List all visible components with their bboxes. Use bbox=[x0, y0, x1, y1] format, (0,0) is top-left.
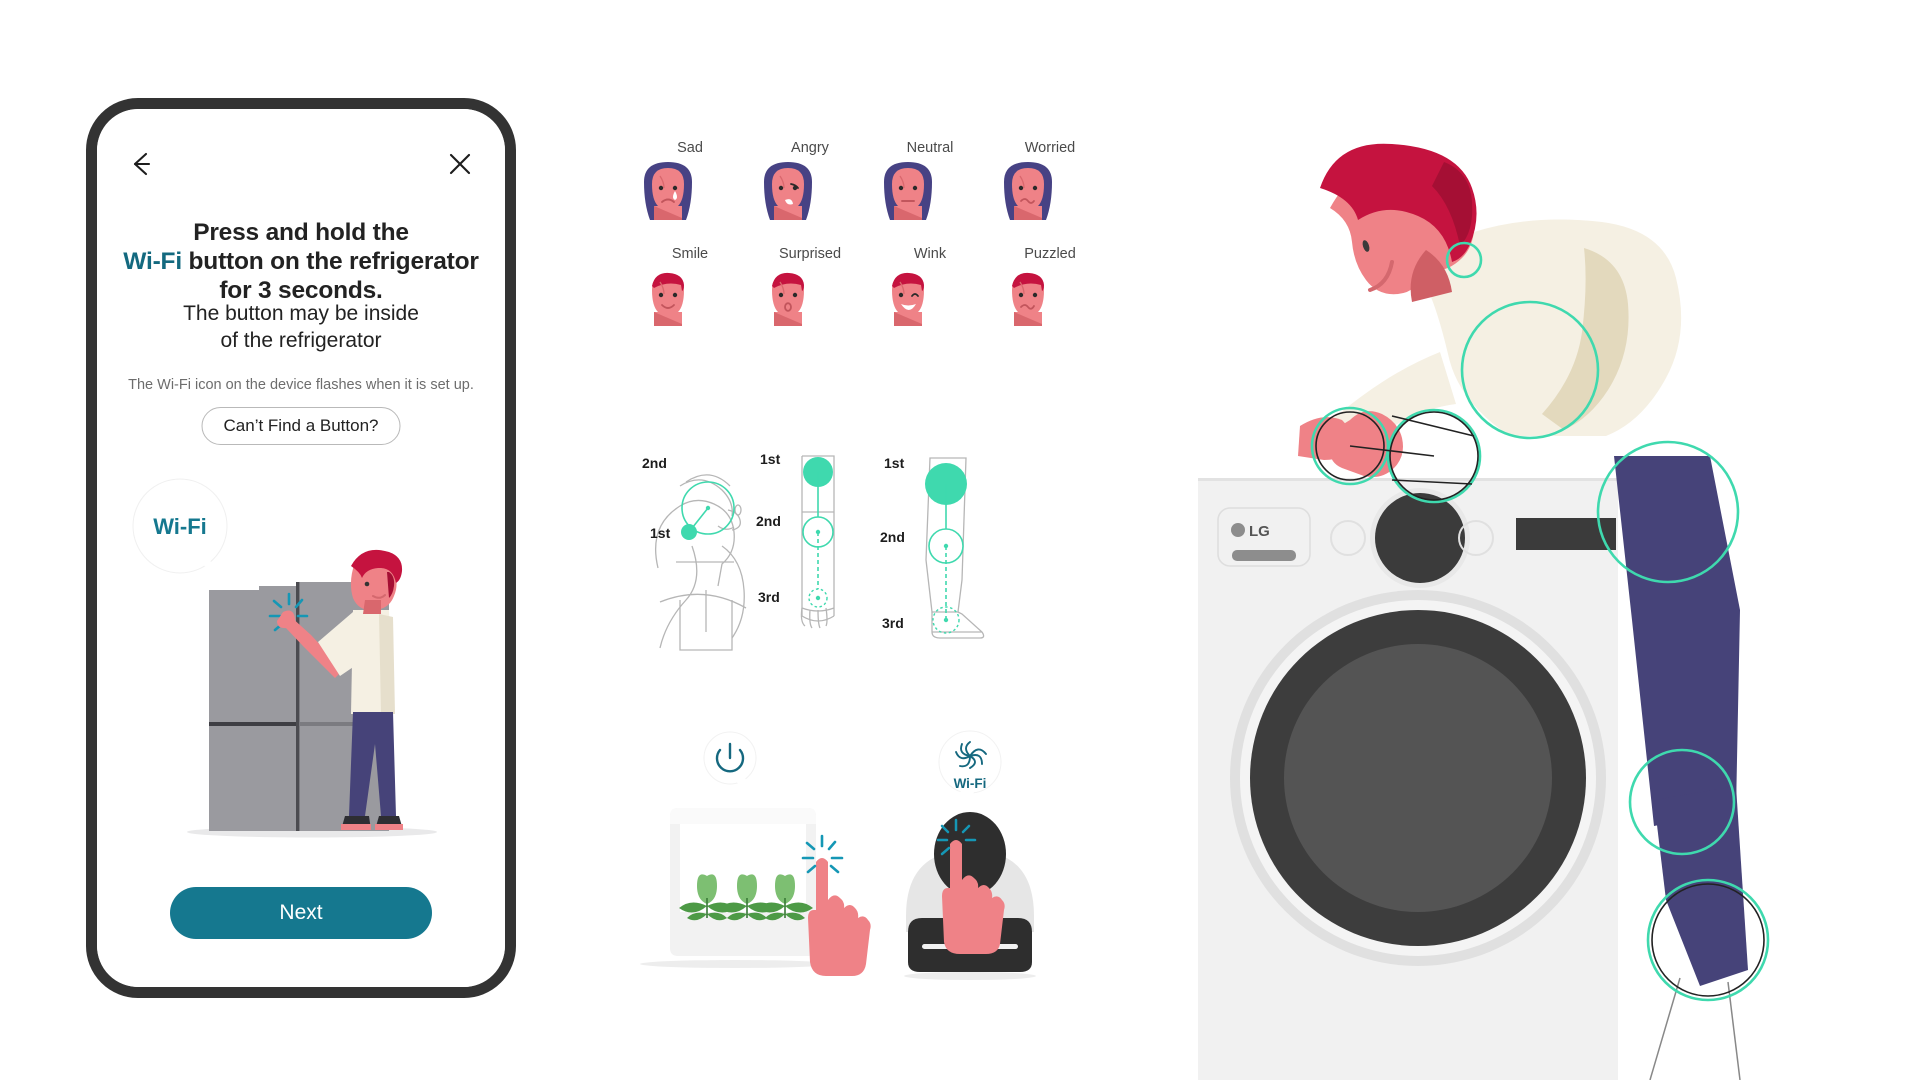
phone-nav-bar bbox=[97, 141, 505, 189]
arm-markers: 1st 2nd 3rd bbox=[756, 451, 834, 608]
emotion-label: Smile bbox=[671, 246, 709, 262]
emotion-cell-sad[interactable]: Sad bbox=[630, 140, 750, 226]
lg-washing-machine: LG bbox=[1198, 478, 1618, 1080]
male-smile-face bbox=[630, 266, 750, 332]
page-title: Press and hold the Wi-Fi button on the r… bbox=[119, 219, 483, 306]
emotion-label: Worried bbox=[1024, 140, 1076, 156]
plant-grower-illustration bbox=[640, 731, 871, 976]
marker-label: 2nd bbox=[880, 529, 905, 545]
marker-label: 2nd bbox=[756, 513, 781, 529]
marker-label: 3rd bbox=[758, 589, 780, 605]
headline-line-3: for 3 seconds. bbox=[219, 276, 383, 304]
next-button-container: Next bbox=[97, 887, 505, 939]
marker-label: 1st bbox=[760, 451, 781, 467]
emotion-cell-neutral[interactable]: Neutral bbox=[870, 140, 990, 226]
marker-label: 1st bbox=[884, 455, 905, 471]
close-x-icon[interactable] bbox=[443, 147, 477, 181]
body-tracking-diagrams: 2nd 1st 1st 2nd 3rd 1st 2nd 3rd bbox=[630, 450, 1120, 680]
screenshot-canvas: Press and hold the Wi-Fi button on the r… bbox=[0, 0, 1920, 1080]
emotion-cell-angry[interactable]: Angry bbox=[750, 140, 870, 226]
lg-logo-text: LG bbox=[1249, 523, 1270, 540]
female-neutral-face bbox=[870, 160, 990, 226]
cant-find-button[interactable]: Can’t Find a Button? bbox=[201, 407, 401, 445]
back-arrow-icon[interactable] bbox=[125, 147, 159, 181]
hint-text: The Wi-Fi icon on the device flashes whe… bbox=[128, 377, 474, 393]
emotion-label: Wink bbox=[913, 246, 947, 262]
emotion-row-1: Sad Angry Neutral Worried bbox=[630, 140, 1110, 226]
emotion-cell-smile[interactable]: Smile bbox=[630, 246, 750, 332]
wifi-bubble-label: Wi-Fi bbox=[954, 776, 987, 791]
subline-line-2: of the refrigerator bbox=[220, 328, 382, 352]
emotion-label: Sad bbox=[677, 140, 703, 156]
female-angry-face bbox=[750, 160, 870, 226]
emotion-label: Puzzled bbox=[1024, 246, 1076, 262]
phone-screen: Press and hold the Wi-Fi button on the r… bbox=[97, 109, 505, 987]
female-worried-face bbox=[990, 160, 1110, 226]
headline-line-2-rest: button on the refrigerator bbox=[181, 247, 479, 275]
emotion-cell-puzzled[interactable]: Puzzled bbox=[990, 246, 1110, 332]
next-button[interactable]: Next bbox=[170, 887, 432, 939]
emotion-cell-wink[interactable]: Wink bbox=[870, 246, 990, 332]
phone-mockup: Press and hold the Wi-Fi button on the r… bbox=[86, 98, 516, 998]
emotion-face-grid: Sad Angry Neutral Worried Smile Surprise… bbox=[630, 140, 1110, 332]
wifi-bubble-label: Wi-Fi bbox=[153, 514, 207, 539]
appliance-illustrations: Wi-Fi bbox=[630, 720, 1120, 980]
marker-label: 2nd bbox=[642, 455, 667, 471]
page-subtitle: The button may be inside of the refriger… bbox=[119, 301, 483, 355]
headline-line-1: Press and hold the bbox=[193, 219, 409, 246]
male-wink-face bbox=[870, 266, 990, 332]
leg-markers: 1st 2nd 3rd bbox=[880, 455, 967, 634]
refrigerator-illustration: Wi-Fi bbox=[97, 464, 505, 884]
washing-machine-scene: LG bbox=[1180, 140, 1920, 1080]
marker-label: 1st bbox=[650, 525, 671, 541]
emotion-cell-surprised[interactable]: Surprised bbox=[750, 246, 870, 332]
marker-label: 3rd bbox=[882, 615, 904, 631]
emotion-cell-worried[interactable]: Worried bbox=[990, 140, 1110, 226]
headline-wifi-highlight: Wi-Fi bbox=[123, 247, 182, 275]
subline-line-1: The button may be inside bbox=[183, 302, 419, 325]
male-puzzled-face bbox=[990, 266, 1110, 332]
emotion-label: Surprised bbox=[778, 246, 842, 262]
emotion-label: Angry bbox=[791, 140, 829, 156]
cooktop-illustration: Wi-Fi bbox=[904, 730, 1036, 980]
emotion-label: Neutral bbox=[906, 140, 954, 156]
female-sad-face bbox=[630, 160, 750, 226]
male-surprised-face bbox=[750, 266, 870, 332]
emotion-row-2: Smile Surprised Wink Puzzled bbox=[630, 246, 1110, 332]
pointing-hand-icon bbox=[808, 858, 871, 976]
